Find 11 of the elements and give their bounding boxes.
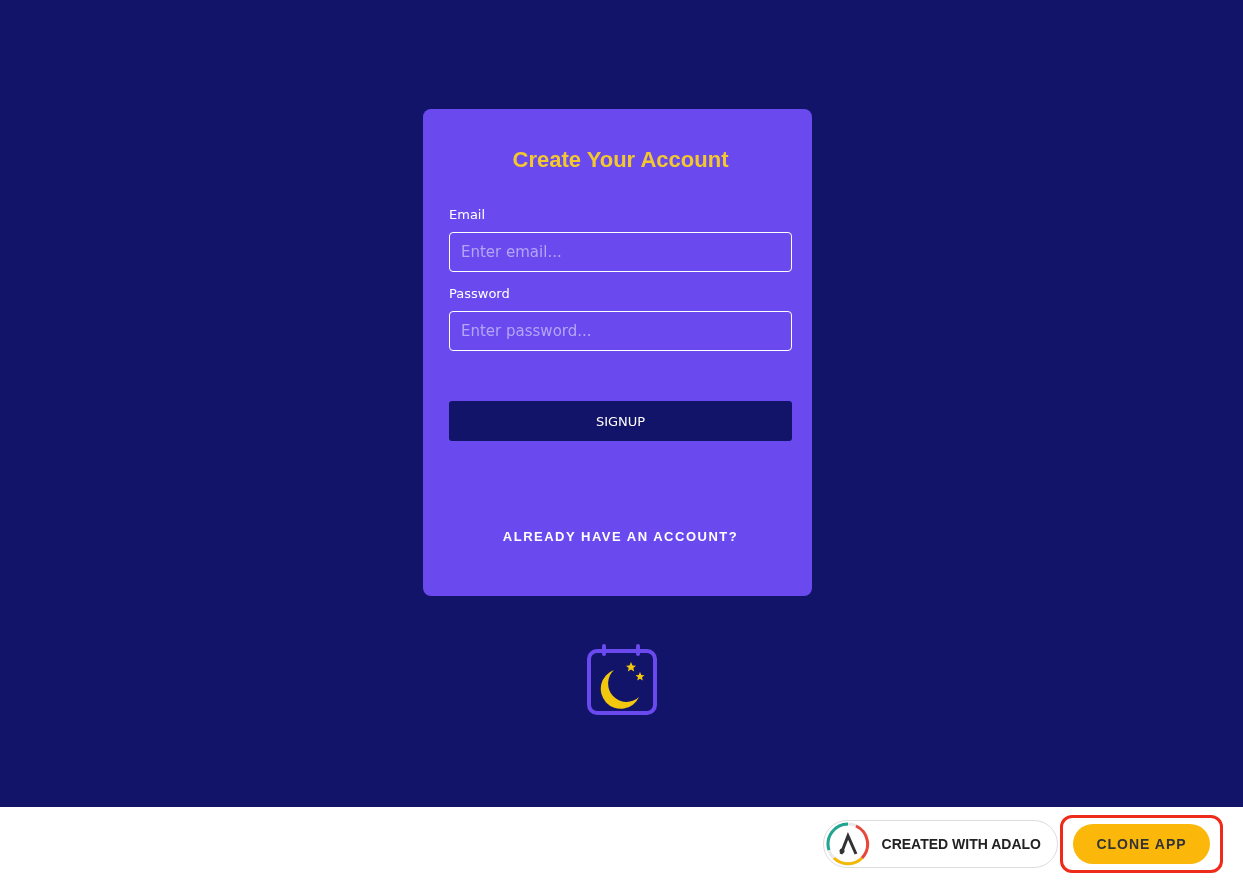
input-field[interactable]: Enter password... <box>449 311 792 351</box>
login-link[interactable]: ALREADY HAVE AN ACCOUNT? <box>502 529 739 544</box>
field-label: Password <box>449 286 511 301</box>
logo-icon <box>825 821 870 866</box>
card-title: Create Your Account <box>511 147 730 173</box>
signup-button[interactable]: SIGNUP <box>449 401 792 441</box>
calendar-moon-icon <box>585 642 658 716</box>
input-field[interactable]: Enter email... <box>449 232 792 272</box>
badge-text: CREATED WITH ADALO <box>881 835 1041 852</box>
field-label: Email <box>449 207 487 222</box>
clone-app-button[interactable]: CLONE APP <box>1073 823 1210 864</box>
